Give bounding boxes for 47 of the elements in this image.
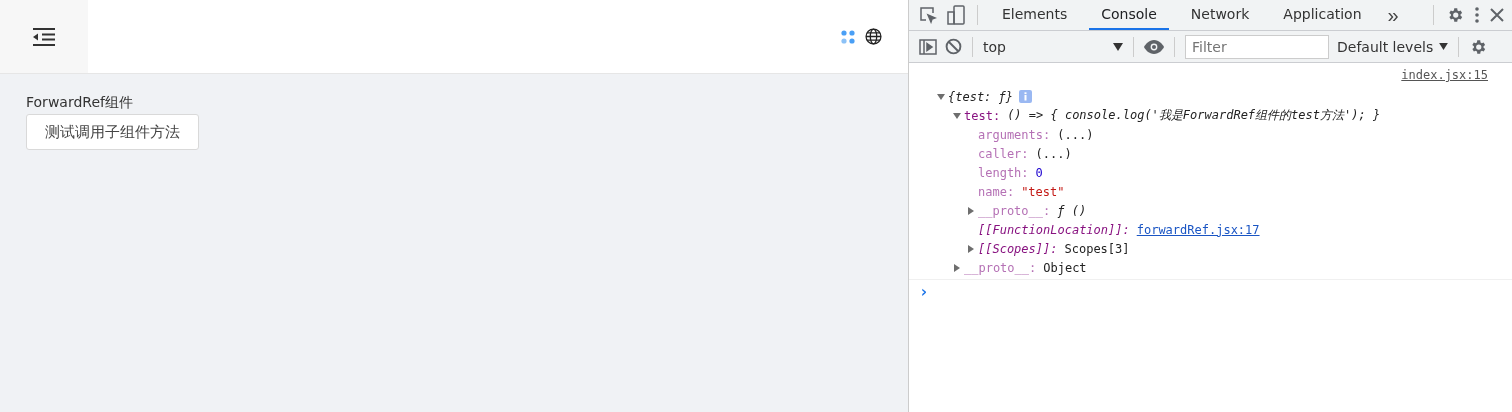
close-icon[interactable]	[1490, 8, 1504, 22]
property-name: caller:	[978, 146, 1029, 161]
expand-arrow-icon[interactable]	[953, 111, 961, 120]
property-name: name:	[978, 184, 1015, 199]
console-prompt[interactable]: ›	[919, 282, 929, 301]
globe-icon[interactable]	[865, 28, 882, 45]
expand-arrow-icon[interactable]	[937, 92, 945, 101]
property-value: "test"	[1021, 184, 1065, 199]
device-icon[interactable]	[947, 5, 965, 25]
property-value: 0	[1035, 165, 1043, 180]
property-name: length:	[978, 165, 1029, 180]
dropdown-caret-icon	[1113, 42, 1123, 51]
source-link[interactable]: forwardRef.jsx:17	[1136, 222, 1260, 237]
property-name: [[Scopes]]:	[978, 241, 1058, 256]
property-value: (...)	[1057, 127, 1094, 142]
expand-arrow-icon[interactable]	[953, 263, 961, 272]
property-value: Scopes[3]	[1064, 241, 1130, 256]
property-value: ƒ ()	[1057, 203, 1087, 218]
property-name: __proto__:	[978, 203, 1051, 218]
property-name: __proto__:	[964, 260, 1037, 275]
property-value: Object	[1043, 260, 1087, 275]
sidebar-toggle-icon[interactable]	[919, 38, 937, 55]
property-name: [[FunctionLocation]]:	[978, 222, 1130, 237]
log-levels-select[interactable]: Default levels	[1337, 38, 1449, 55]
dots-icon[interactable]	[841, 29, 855, 44]
property-name: test:	[964, 108, 1001, 123]
object-preview[interactable]: {test: ƒ}	[948, 89, 1014, 104]
filter-field[interactable]: Filter	[1185, 34, 1329, 59]
property-name: arguments:	[978, 127, 1051, 142]
expand-arrow-icon[interactable]	[967, 244, 975, 253]
kebab-menu-icon[interactable]	[1474, 6, 1480, 24]
more-tabs-button[interactable]: »	[1383, 3, 1403, 27]
source-link[interactable]: index.jsx:15	[1401, 68, 1488, 87]
inspect-icon[interactable]	[919, 6, 937, 24]
expand-arrow-icon[interactable]	[967, 206, 975, 215]
section-title: ForwardRef组件	[26, 94, 133, 112]
devtools-tab[interactable]: Network	[1178, 0, 1262, 30]
property-value: (...)	[1035, 146, 1072, 161]
dropdown-caret-icon	[1439, 43, 1449, 50]
eye-icon[interactable]	[1144, 39, 1164, 54]
call-method-button[interactable]: 测试调用子组件方法	[26, 114, 199, 150]
devtools-tab[interactable]: Elements	[990, 0, 1080, 30]
devtools-tab[interactable]: Application	[1271, 0, 1374, 30]
context-select[interactable]: top	[983, 38, 1123, 55]
clear-console-icon[interactable]	[945, 38, 962, 55]
property-value: () => { console.log('我是ForwardRef组件的test方法'); }	[1007, 107, 1381, 124]
menu-fold-icon[interactable]	[33, 27, 55, 46]
